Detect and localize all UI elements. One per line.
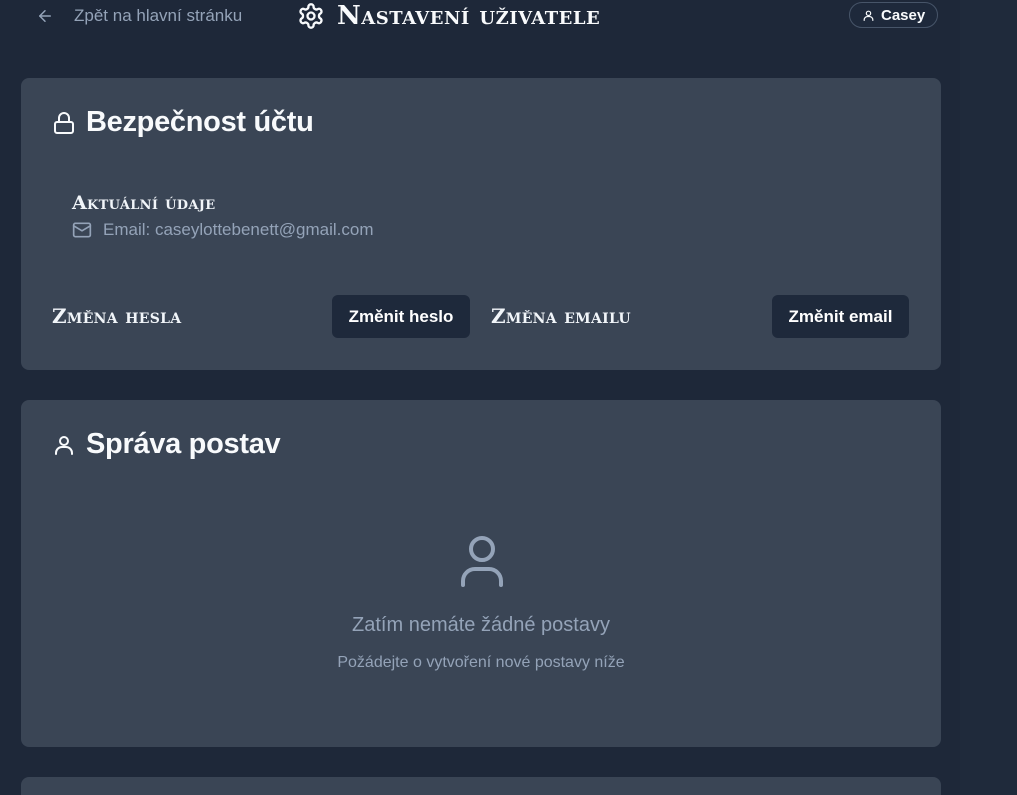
mail-icon bbox=[72, 222, 92, 238]
account-security-card: Bezpečnost účtu Aktuální údaje Email: ca… bbox=[21, 78, 941, 370]
current-email-text: Email: caseylottebenett@gmail.com bbox=[103, 220, 374, 239]
back-link-label: Zpět na hlavní stránku bbox=[74, 6, 243, 25]
lock-icon bbox=[54, 111, 74, 134]
user-settings-page: Zpět na hlavní stránku Nastavení uživate… bbox=[0, 0, 1017, 795]
character-management-heading: Správa postav bbox=[52, 428, 281, 461]
empty-state-title: Zatím nemáte žádné postavy bbox=[352, 614, 610, 636]
current-details-label: Aktuální údaje bbox=[72, 192, 216, 214]
arrow-left-icon bbox=[39, 10, 51, 22]
current-email-row: Email: caseylottebenett@gmail.com bbox=[72, 220, 373, 240]
back-to-home-link[interactable]: Zpět na hlavní stránku bbox=[36, 4, 242, 28]
email-change-label: Změna emailu bbox=[491, 304, 631, 328]
user-name: Casey bbox=[881, 6, 926, 24]
character-management-title: Správa postav bbox=[86, 428, 281, 460]
page-title: Nastavení uživatele bbox=[337, 1, 601, 31]
user-icon bbox=[55, 435, 73, 455]
page-header: Zpět na hlavní stránku Nastavení uživate… bbox=[0, 0, 960, 34]
change-email-button[interactable]: Změnit email bbox=[772, 295, 909, 338]
next-section-card bbox=[21, 777, 941, 795]
gear-icon bbox=[299, 3, 323, 29]
page-margin bbox=[960, 0, 1017, 795]
user-menu-button[interactable]: Casey bbox=[849, 2, 939, 28]
account-security-title: Bezpečnost účtu bbox=[86, 106, 314, 138]
character-management-card: Správa postav Zatím nemáte žádné postavy… bbox=[21, 400, 941, 747]
empty-state-user-icon bbox=[461, 536, 503, 587]
page-title-group: Nastavení uživatele bbox=[297, 0, 600, 32]
change-password-button[interactable]: Změnit heslo bbox=[332, 295, 470, 338]
account-security-heading: Bezpečnost účtu bbox=[52, 106, 314, 139]
empty-state-subtitle: Požádejte o vytvoření nové postavy níže bbox=[337, 654, 625, 671]
user-icon bbox=[863, 10, 874, 21]
password-change-label: Změna hesla bbox=[52, 304, 182, 328]
